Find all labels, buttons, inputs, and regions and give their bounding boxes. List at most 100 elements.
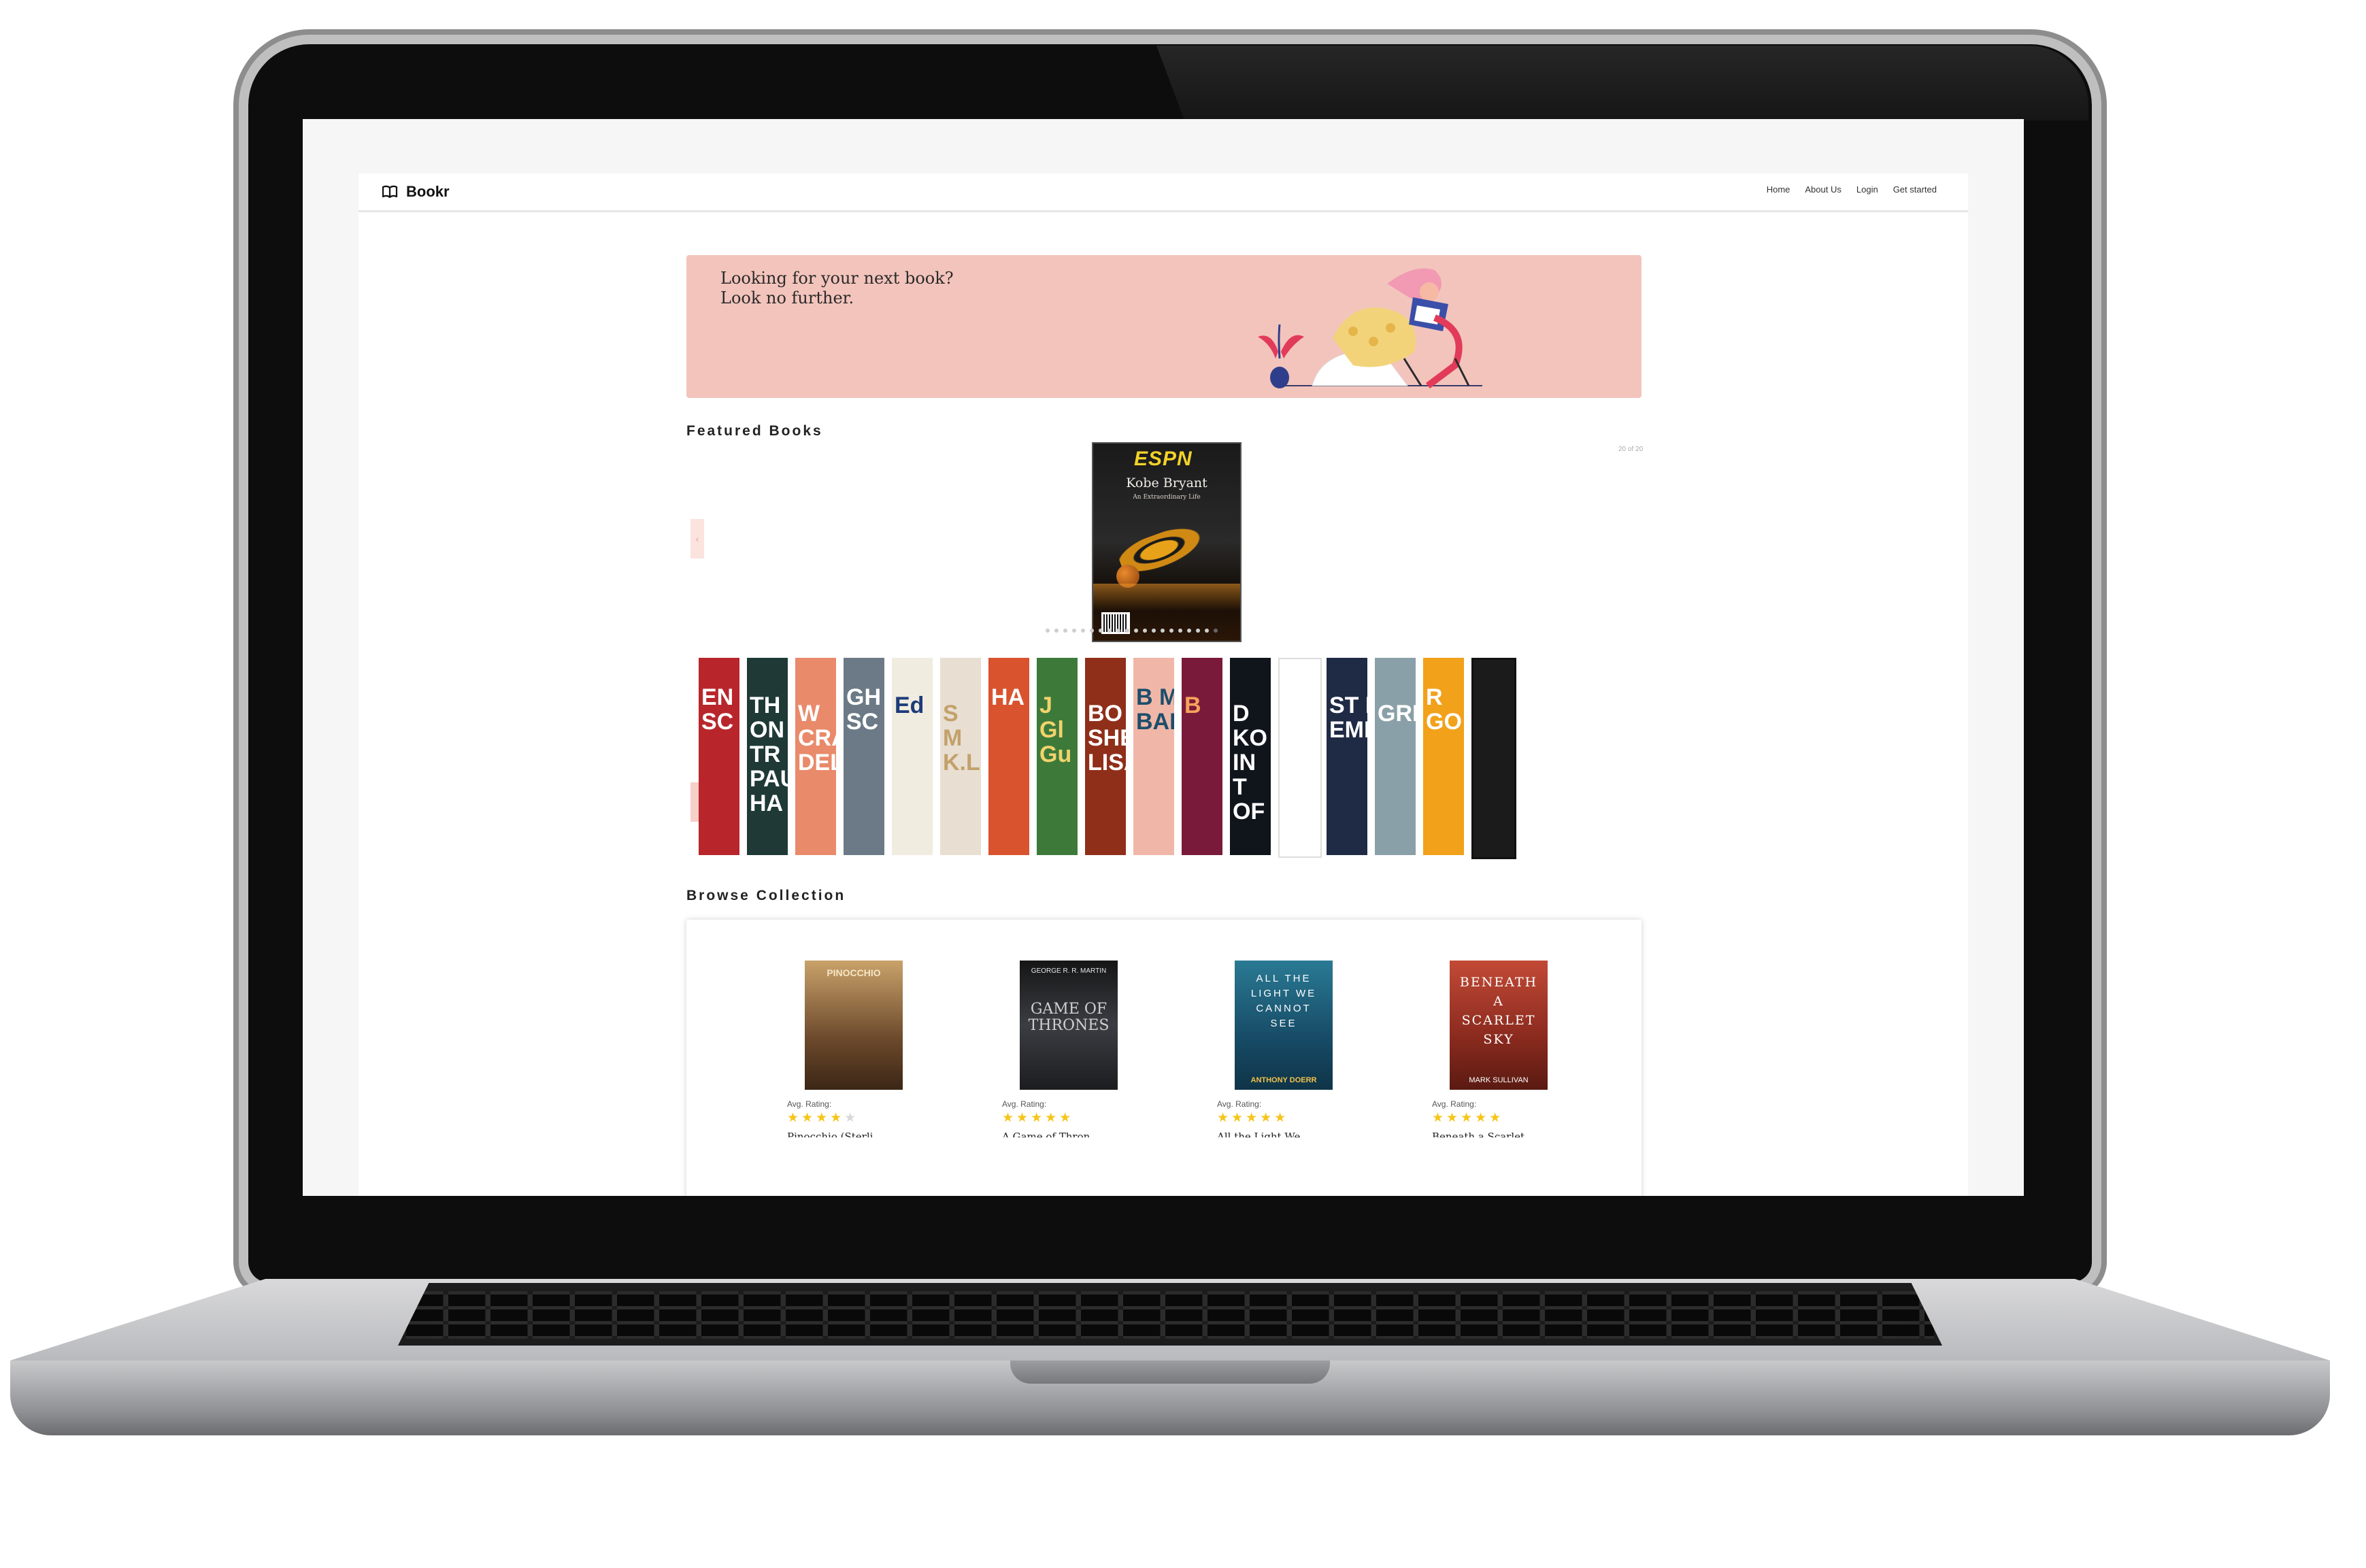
cover-title: GAME OF THRONES	[1028, 1001, 1110, 1034]
thumbnail-cover-text: J Gl Gu	[1039, 693, 1072, 767]
thumbnail-cover-text: TH ON TR PAU HA	[750, 693, 788, 816]
thumbnail-cover[interactable]: D KO IN T OF	[1230, 658, 1271, 855]
stars-filled-icon: ★★★★★	[1002, 1111, 1074, 1125]
keyboard-keys	[406, 1291, 1934, 1339]
featured-books-title: Featured Books	[686, 423, 823, 439]
thumbnail-cover[interactable]: TH ON TR PAU HA	[747, 658, 788, 855]
browse-collection-title: Browse Collection	[686, 888, 846, 903]
lid-glare	[1156, 46, 2088, 120]
book-title[interactable]: Pinocchio (Sterli	[787, 1131, 910, 1137]
nav-get-started[interactable]: Get started	[1893, 184, 1937, 195]
thumbnail-cover[interactable]	[1471, 658, 1516, 859]
carousel-dot[interactable]	[1152, 629, 1156, 633]
carousel-prev-button[interactable]: ‹	[690, 519, 704, 558]
stars-empty-icon: ★	[844, 1111, 859, 1125]
thumbnail-cover-text: GH SC	[846, 684, 881, 735]
thumbnail-cover-text: B	[1184, 693, 1201, 718]
thumbnail-cover[interactable]: J Gl Gu	[1037, 658, 1078, 855]
carousel-dot[interactable]	[1205, 629, 1209, 633]
cover-floor	[1093, 584, 1240, 611]
thumbnail-cover-text: BO SHE LISA	[1088, 701, 1126, 775]
thumbnail-cover[interactable]: HA	[988, 658, 1029, 855]
carousel-dot[interactable]	[1116, 629, 1120, 633]
book-cover[interactable]: BENEATH A SCARLET SKY MARK SULLIVAN	[1450, 961, 1548, 1090]
stars-filled-icon: ★★★★★	[1217, 1111, 1289, 1125]
nav-links: Home About Us Login Get started	[1767, 184, 1937, 195]
thumbnail-cover[interactable]: B	[1182, 658, 1222, 855]
carousel-dot[interactable]	[1081, 629, 1085, 633]
nav-about-us[interactable]: About Us	[1805, 184, 1841, 195]
carousel-dot[interactable]	[1161, 629, 1165, 633]
book-title[interactable]: A Game of Thron	[1002, 1131, 1124, 1137]
star-rating: ★★★★★	[1432, 1110, 1503, 1126]
slide-counter: 20 of 20	[1618, 446, 1644, 453]
thumbnail-cover-text: R GO	[1426, 684, 1462, 735]
carousel-dot[interactable]	[1196, 629, 1200, 633]
browse-panel: PINOCCHIO Avg. Rating: ★★★★★ Pinocchio (…	[686, 920, 1642, 1196]
lid-notch	[1010, 1361, 1330, 1384]
carousel-dot[interactable]	[1107, 629, 1112, 633]
cover-author: MARK SULLIVAN	[1469, 1076, 1529, 1084]
carousel-dot[interactable]	[1090, 629, 1094, 633]
thumbnail-cover[interactable]: R GO	[1423, 658, 1464, 855]
rating-label: Avg. Rating:	[787, 1099, 832, 1109]
book-cover[interactable]: GEORGE R. R. MARTIN GAME OF THRONES	[1020, 961, 1118, 1090]
thumbnail-cover[interactable]: BO SHE LISA	[1085, 658, 1126, 855]
carousel-dot[interactable]	[1143, 629, 1147, 633]
base-front	[10, 1361, 2330, 1435]
cover-title: PINOCCHIO	[827, 967, 881, 978]
thumbnail-cover[interactable]: S M K.L	[940, 658, 981, 855]
carousel-dot[interactable]	[1072, 629, 1076, 633]
carousel-dot[interactable]	[1187, 629, 1191, 633]
hero-text: Looking for your next book? Look no furt…	[720, 269, 954, 308]
book-title[interactable]: All the Light We	[1217, 1131, 1339, 1137]
nav-home[interactable]: Home	[1767, 184, 1790, 195]
bookr-page: Bookr Home About Us Login Get started Lo…	[359, 173, 1968, 1196]
thumbnail-cover-text: S M K.L	[943, 701, 980, 775]
thumbnail-cover[interactable]: W CRA DEL	[795, 658, 836, 855]
stars-filled-icon: ★★★★★	[1432, 1111, 1504, 1125]
hero-banner: Looking for your next book? Look no furt…	[686, 255, 1642, 398]
stars-filled-icon: ★★★★	[787, 1111, 845, 1125]
cover-title: Kobe Bryant	[1126, 476, 1207, 490]
book-cover[interactable]: PINOCCHIO	[805, 961, 903, 1090]
thumbnail-cover-text: EN SC	[701, 684, 734, 735]
carousel-dot[interactable]	[1125, 629, 1129, 633]
thumbnail-cover-text: HA	[991, 684, 1025, 710]
brand-name: Bookr	[406, 183, 450, 200]
book-cover[interactable]: ALL THE LIGHT WE CANNOT SEE ANTHONY DOER…	[1235, 961, 1333, 1090]
cover-logo: ESPN	[1134, 448, 1193, 470]
cover-subtitle: An Extraordinary Life	[1133, 494, 1201, 501]
carousel-dot[interactable]	[1054, 629, 1059, 633]
thumbnail-cover-text: B M BARB	[1136, 684, 1174, 735]
rating-label: Avg. Rating:	[1217, 1099, 1262, 1109]
featured-main-cover[interactable]: ESPN Kobe Bryant An Extraordinary Life	[1092, 442, 1242, 642]
carousel-dot[interactable]	[1178, 629, 1182, 633]
thumbnail-cover[interactable]: GRE	[1375, 658, 1416, 855]
carousel-dot[interactable]	[1063, 629, 1067, 633]
thumbnail-cover[interactable]: ST El EMILY	[1327, 658, 1367, 855]
carousel-dot[interactable]	[1214, 629, 1218, 633]
thumbnail-cover-text: D KO IN T OF	[1233, 701, 1267, 824]
thumbnail-cover[interactable]: Ed	[892, 658, 933, 855]
thumbnail-cover-text: W CRA DEL	[798, 701, 836, 775]
open-book-icon	[382, 185, 398, 199]
carousel-dot[interactable]	[1099, 629, 1103, 633]
carousel-dots	[1046, 629, 1218, 633]
book-title[interactable]: Beneath a Scarlet	[1432, 1131, 1554, 1137]
thumbnail-cover-text: ST El EMILY	[1329, 693, 1367, 743]
carousel-dot[interactable]	[1134, 629, 1138, 633]
brand[interactable]: Bookr	[382, 183, 450, 201]
thumbnail-cover[interactable]: EN SC	[699, 658, 739, 855]
reading-person-illustration	[1258, 268, 1482, 388]
rating-label: Avg. Rating:	[1002, 1099, 1047, 1109]
carousel-dot[interactable]	[1046, 629, 1050, 633]
thumbnail-cover[interactable]: B M BARB	[1133, 658, 1174, 855]
cover-title: BENEATH A SCARLET SKY	[1459, 975, 1538, 1047]
nav-login[interactable]: Login	[1856, 184, 1878, 195]
thumbnail-cover[interactable]	[1278, 658, 1322, 858]
cover-title: ALL THE LIGHT WE CANNOT SEE	[1250, 973, 1317, 1029]
thumbnail-cover[interactable]: GH SC	[844, 658, 884, 855]
navbar: Bookr Home About Us Login Get started	[359, 173, 1968, 212]
carousel-dot[interactable]	[1169, 629, 1173, 633]
